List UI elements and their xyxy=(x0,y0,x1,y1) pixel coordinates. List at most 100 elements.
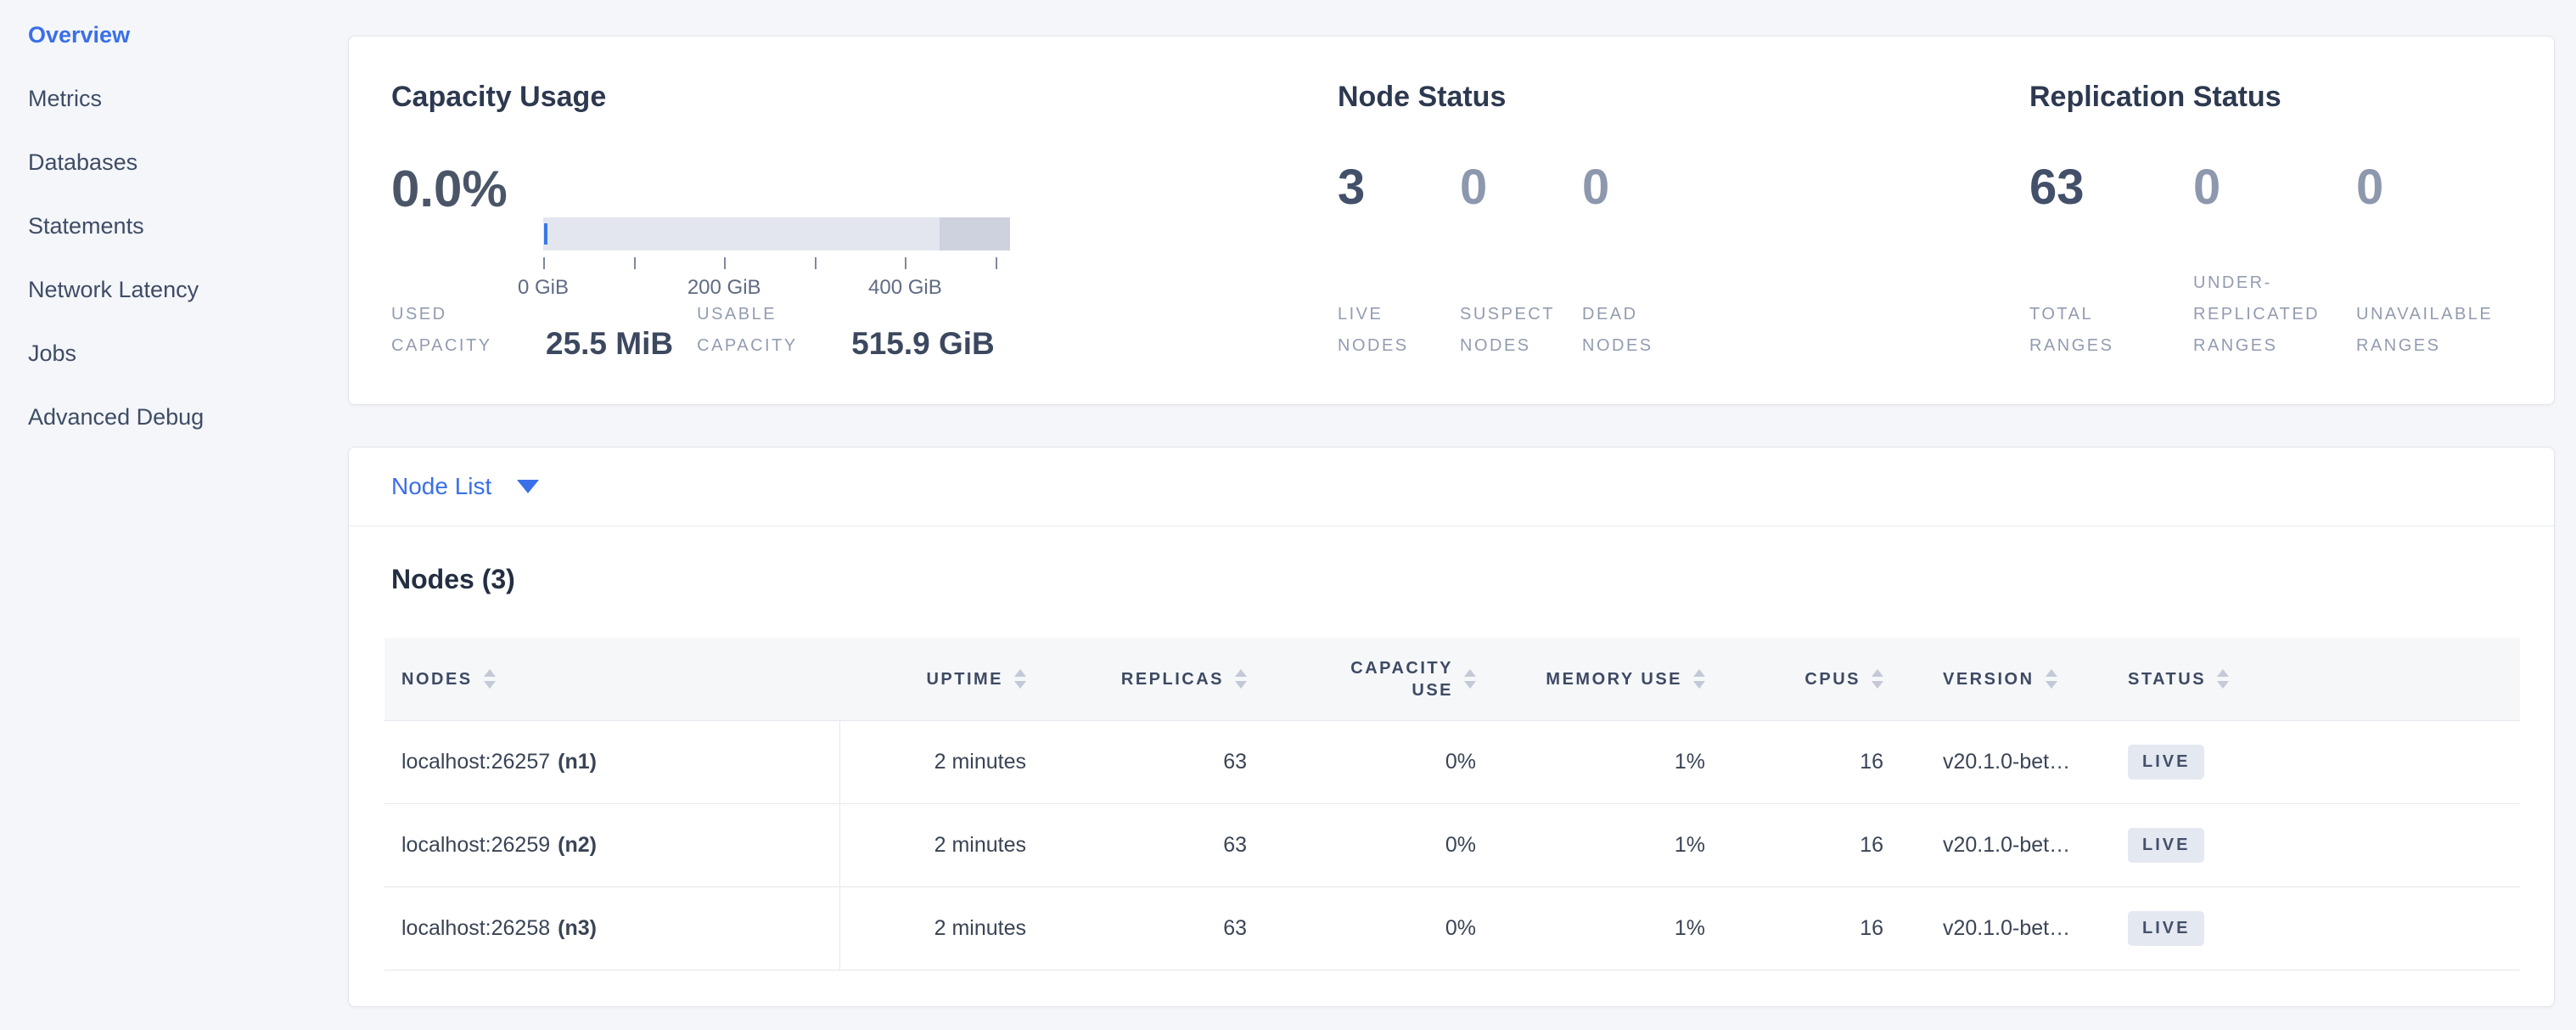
axis-tick xyxy=(543,257,545,269)
sidebar-item-metrics[interactable]: Metrics xyxy=(28,84,334,113)
table-row[interactable]: localhost:26258(n3)2 minutes630%1%16v20.… xyxy=(384,887,2520,971)
capacity-stat-value: 25.5 MiB xyxy=(546,326,673,362)
column-header-version[interactable]: VERSION xyxy=(1909,638,2126,720)
sort-down-arrow-icon xyxy=(1872,681,1883,689)
sidebar-item-network-latency[interactable]: Network Latency xyxy=(28,275,334,304)
replication-stat-value: 0 xyxy=(2356,160,2551,215)
cell-cpus: 16 xyxy=(1731,916,1909,941)
cell-memory_use: 1% xyxy=(1501,916,1731,941)
column-header-capacity_use[interactable]: CAPACITYUSE xyxy=(1272,638,1501,720)
column-header-label: NODES xyxy=(401,668,473,690)
table-row[interactable]: localhost:26259(n2)2 minutes630%1%16v20.… xyxy=(384,804,2520,887)
node-id: (n1) xyxy=(558,750,597,774)
sort-down-arrow-icon xyxy=(2217,681,2229,689)
node-id: (n2) xyxy=(558,833,597,858)
nodes-table-heading: Nodes (3) xyxy=(391,561,515,597)
sidebar-item-databases[interactable]: Databases xyxy=(28,148,334,177)
capacity-stat: USEDCAPACITY25.5 MiB xyxy=(391,299,697,362)
sidebar-item-advanced-debug[interactable]: Advanced Debug xyxy=(28,402,334,431)
sort-down-arrow-icon xyxy=(1235,681,1247,689)
sort-icon xyxy=(1014,669,1026,689)
column-header-cpus[interactable]: CPUS xyxy=(1731,638,1909,720)
sort-up-arrow-icon xyxy=(2046,669,2057,677)
capacity-bar-used-marker xyxy=(544,223,547,245)
cell-capacity_use: 0% xyxy=(1272,833,1501,858)
node-list-dropdown-label: Node List xyxy=(391,473,491,500)
sort-up-arrow-icon xyxy=(1464,669,1476,677)
sort-icon xyxy=(2217,669,2229,689)
column-header-replicas[interactable]: REPLICAS xyxy=(1052,638,1272,720)
sort-up-arrow-icon xyxy=(1693,669,1705,677)
replication-stat-label: UNAVAILABLERANGES xyxy=(2356,299,2551,362)
column-header-status[interactable]: STATUS xyxy=(2126,638,2520,720)
sort-down-arrow-icon xyxy=(1464,681,1476,689)
sort-down-arrow-icon xyxy=(1014,681,1026,689)
sidebar-item-overview[interactable]: Overview xyxy=(28,20,334,49)
node-status-stat-value: 0 xyxy=(1460,160,1582,215)
sort-icon xyxy=(1872,669,1883,689)
axis-tick xyxy=(634,257,636,269)
cell-version: v20.1.0-bet… xyxy=(1909,833,2126,858)
node-list-dropdown[interactable]: Node List xyxy=(349,447,2554,526)
sidebar: Overview Metrics Databases Statements Networ… xyxy=(28,20,334,466)
sort-up-arrow-icon xyxy=(484,669,496,677)
replication-status-section: Replication Status 6300 TOTALRANGESUNDER… xyxy=(2029,37,2556,404)
sort-up-arrow-icon xyxy=(1235,669,1247,677)
node-id: (n3) xyxy=(558,916,597,941)
node-status-stat-value: 3 xyxy=(1338,160,1460,215)
axis-tick xyxy=(724,257,726,269)
cell-replicas: 63 xyxy=(1052,750,1272,774)
column-header-label: VERSION xyxy=(1943,668,2034,690)
sort-icon xyxy=(2046,669,2057,689)
column-header-memory_use[interactable]: MEMORY USE xyxy=(1501,638,1731,720)
capacity-bar-reserved-segment xyxy=(940,217,1010,250)
cell-node: localhost:26258 (n3) xyxy=(384,916,839,941)
chevron-down-icon xyxy=(517,480,539,493)
nodes-table: NODES UPTIME REPLICAS CAPACITYUSE MEMORY USE… xyxy=(384,638,2520,971)
column-header-label: STATUS xyxy=(2128,668,2206,690)
nodes-table-header: NODES UPTIME REPLICAS CAPACITYUSE MEMORY USE… xyxy=(384,638,2520,721)
sidebar-item-jobs[interactable]: Jobs xyxy=(28,339,334,368)
column-header-uptime[interactable]: UPTIME xyxy=(839,638,1052,720)
capacity-bar-track xyxy=(543,217,1010,250)
replication-status-title: Replication Status xyxy=(2029,79,2281,115)
cell-replicas: 63 xyxy=(1052,833,1272,858)
capacity-stat: USABLECAPACITY515.9 GiB xyxy=(697,299,1019,362)
node-address: localhost:26258 xyxy=(401,916,550,941)
cell-version: v20.1.0-bet… xyxy=(1909,916,2126,941)
cell-cpus: 16 xyxy=(1731,750,1909,774)
sort-icon xyxy=(1464,669,1476,689)
node-status-section: Node Status 300 LIVENODESSUSPECTNODESDEA… xyxy=(1338,37,2000,404)
node-status-stat-label: SUSPECTNODES xyxy=(1460,299,1582,362)
column-header-label: CAPACITYUSE xyxy=(1350,657,1453,701)
node-list-card: Node List Nodes (3) NODES UPTIME REPLICAS C… xyxy=(348,447,2555,1007)
sidebar-item-statements[interactable]: Statements xyxy=(28,211,334,240)
cell-capacity_use: 0% xyxy=(1272,916,1501,941)
cell-capacity_use: 0% xyxy=(1272,750,1501,774)
replication-stat-label: UNDER-REPLICATEDRANGES xyxy=(2193,267,2356,362)
cell-memory_use: 1% xyxy=(1501,833,1731,858)
status-badge: LIVE xyxy=(2128,828,2204,863)
replication-stat-value: 0 xyxy=(2193,160,2356,215)
capacity-stat-label: USABLECAPACITY xyxy=(697,299,816,362)
capacity-usage-section: Capacity Usage 0.0% 0 GiB200 GiB400 GiB … xyxy=(391,37,1325,404)
capacity-used-percent: 0.0% xyxy=(391,162,508,217)
cell-status: LIVE xyxy=(2126,911,2520,946)
node-status-title: Node Status xyxy=(1338,79,1506,115)
sort-down-arrow-icon xyxy=(1693,681,1705,689)
replication-stat-label: TOTALRANGES xyxy=(2029,299,2193,362)
cell-version: v20.1.0-bet… xyxy=(1909,750,2126,774)
table-row[interactable]: localhost:26257(n1)2 minutes630%1%16v20.… xyxy=(384,721,2520,804)
status-badge: LIVE xyxy=(2128,745,2204,780)
column-header-node[interactable]: NODES xyxy=(384,638,839,720)
cell-cpus: 16 xyxy=(1731,833,1909,858)
nodes-column-divider xyxy=(839,721,840,971)
cell-node: localhost:26257(n1) xyxy=(384,750,839,774)
cell-uptime: 2 minutes xyxy=(839,916,1052,941)
status-badge: LIVE xyxy=(2128,911,2204,946)
cell-status: LIVE xyxy=(2126,745,2520,780)
capacity-usage-title: Capacity Usage xyxy=(391,79,606,115)
column-header-label: UPTIME xyxy=(926,668,1003,690)
column-header-label: CPUS xyxy=(1804,668,1860,690)
node-status-stat-label: LIVENODES xyxy=(1338,299,1460,362)
